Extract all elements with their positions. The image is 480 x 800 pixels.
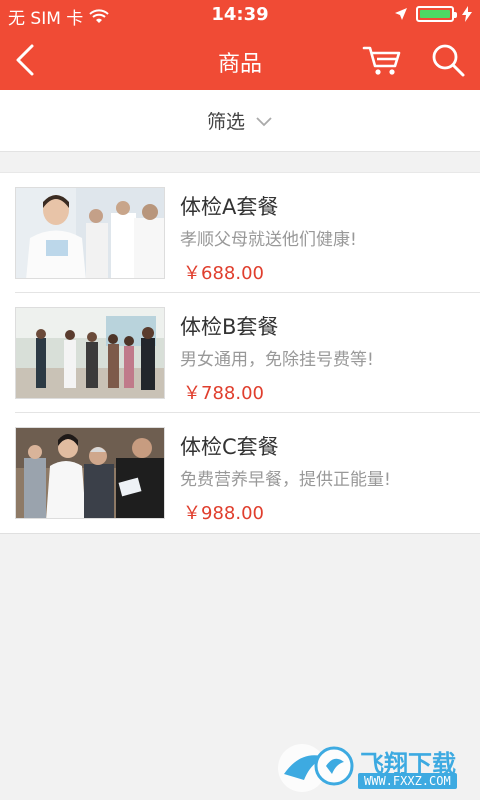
filter-button[interactable]: 筛选: [0, 90, 480, 152]
battery-level: [420, 10, 450, 18]
charging-icon: [462, 6, 472, 22]
product-price: ￥788.00: [183, 383, 264, 404]
product-item[interactable]: 体检B套餐 男女通用，免除挂号费等! ￥788.00: [15, 293, 480, 413]
product-description: 男女通用，免除挂号费等!: [180, 350, 374, 370]
product-title: 体检A套餐: [180, 195, 279, 219]
watermark: 飞翔下载 WWW.FXXZ.COM: [272, 740, 472, 796]
product-description: 孝顺父母就送他们健康!: [180, 230, 357, 250]
product-image: [15, 427, 165, 519]
product-title: 体检B套餐: [180, 315, 279, 339]
chevron-down-icon: [256, 116, 272, 126]
nav-bar: 商品: [0, 30, 480, 90]
app-header: 无 SIM 卡 14:39 商品: [0, 0, 480, 90]
product-item[interactable]: 体检A套餐 孝顺父母就送他们健康! ￥688.00: [15, 173, 480, 293]
battery-icon: [416, 6, 457, 22]
product-image: [15, 187, 165, 279]
product-item[interactable]: 体检C套餐 免费营养早餐，提供正能量! ￥988.00: [15, 413, 480, 533]
battery-tip: [454, 12, 457, 18]
watermark-url: WWW.FXXZ.COM: [358, 773, 457, 789]
status-bar: 无 SIM 卡 14:39: [0, 0, 480, 30]
product-description: 免费营养早餐，提供正能量!: [180, 470, 391, 490]
product-price: ￥988.00: [183, 503, 264, 524]
status-right: [394, 6, 472, 22]
location-arrow-icon: [395, 8, 407, 20]
page-title: 商品: [217, 52, 262, 77]
product-price: ￥688.00: [183, 263, 264, 284]
search-icon[interactable]: [430, 42, 466, 78]
watermark-logo-icon: [278, 744, 354, 792]
cart-icon[interactable]: [362, 42, 402, 78]
filter-label: 筛选: [206, 111, 245, 133]
product-list: 体检A套餐 孝顺父母就送他们健康! ￥688.00 体检B套餐 男女通用，免除挂…: [0, 172, 480, 534]
product-image: [15, 307, 165, 399]
product-title: 体检C套餐: [180, 435, 279, 459]
